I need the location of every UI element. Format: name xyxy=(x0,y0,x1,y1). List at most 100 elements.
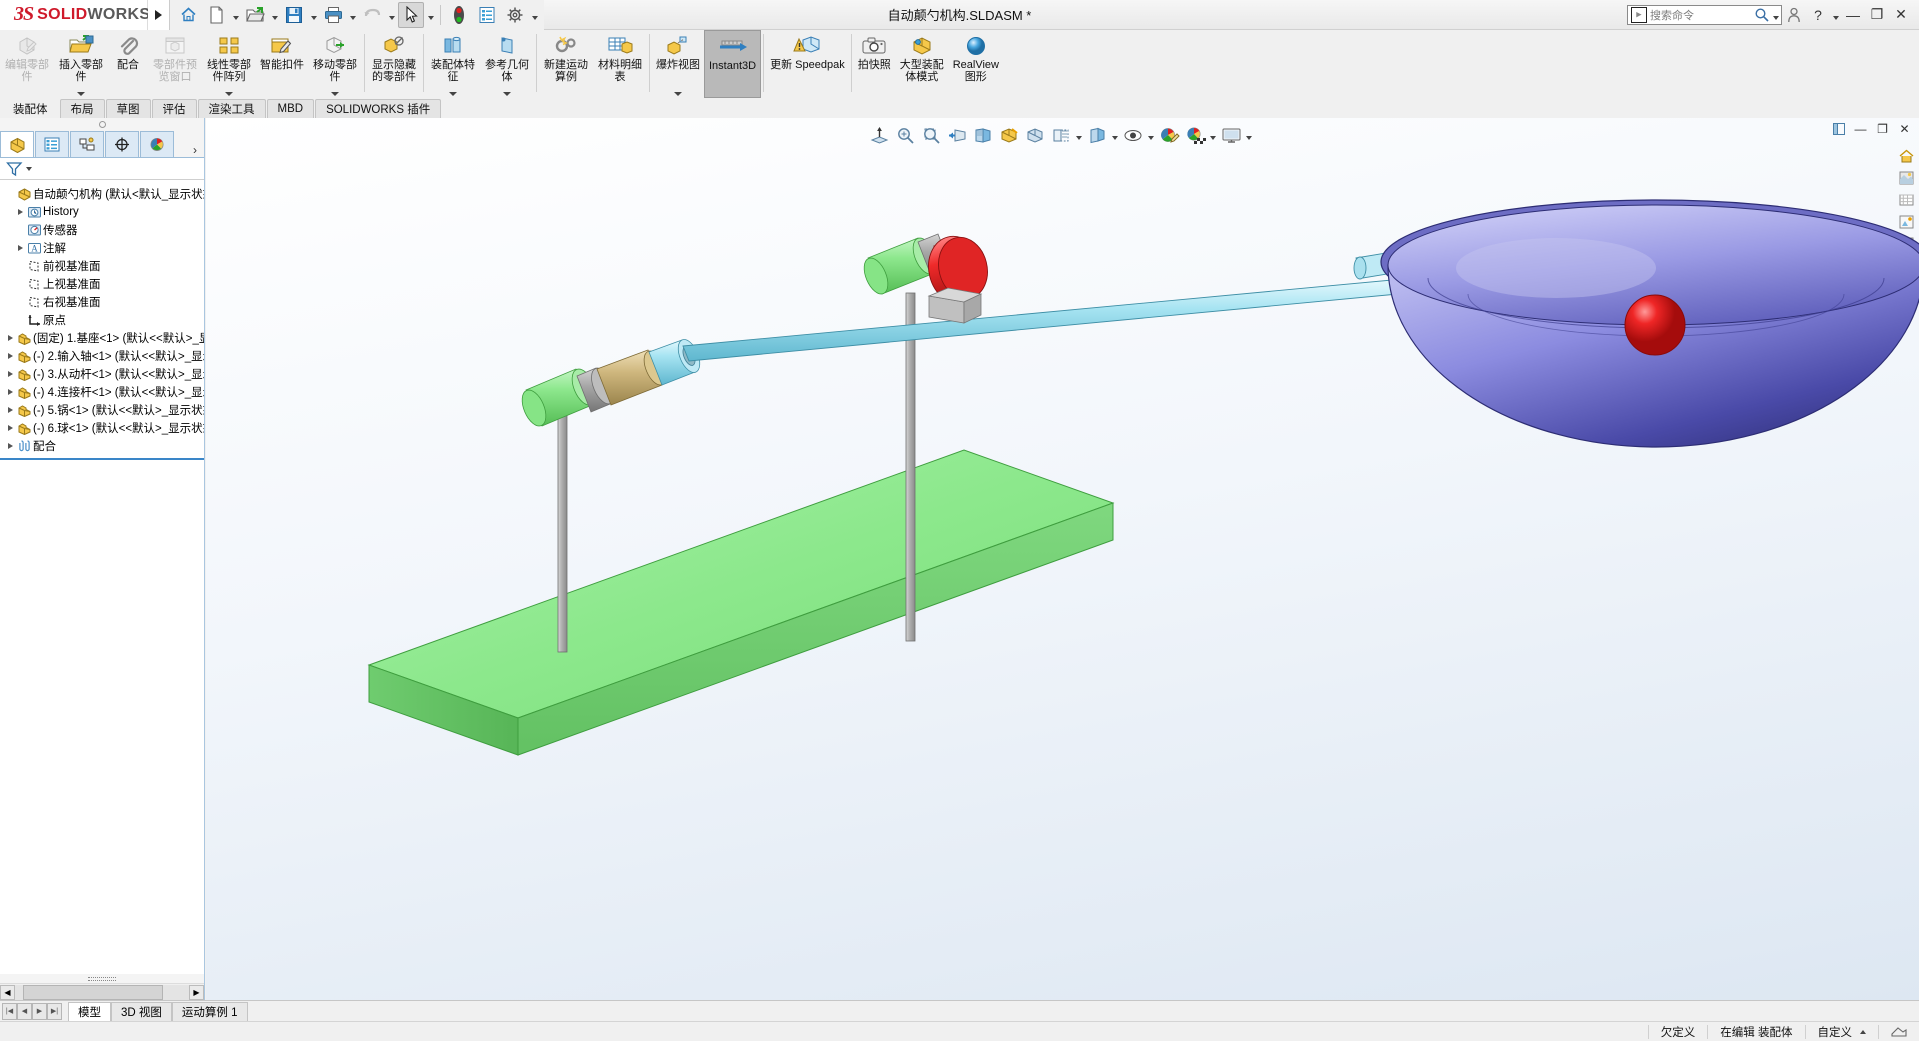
home-icon[interactable] xyxy=(175,2,201,28)
chevron-up-icon[interactable] xyxy=(1860,1030,1866,1034)
tab-solidworks-addins[interactable]: SOLIDWORKS 插件 xyxy=(315,99,442,118)
tab-evaluate[interactable]: 评估 xyxy=(151,99,197,118)
undo-icon[interactable] xyxy=(359,2,385,28)
feature-manager-tab[interactable] xyxy=(0,131,34,157)
ribbon-btn-component-preview[interactable]: 零部件预览窗口 xyxy=(148,30,202,98)
search-scope-icon[interactable]: ▶ xyxy=(1631,6,1647,23)
close-button[interactable]: ✕ xyxy=(1889,2,1913,28)
tree-item-history[interactable]: History xyxy=(0,203,204,221)
save-dropdown-icon[interactable] xyxy=(308,2,319,28)
ribbon-btn-bom[interactable]: 材料明细表 xyxy=(593,30,647,98)
crank-assembly[interactable] xyxy=(859,230,993,324)
property-manager-tab[interactable] xyxy=(35,131,69,157)
prev-tab-button[interactable]: ◀ xyxy=(17,1002,32,1020)
ribbon-btn-large-assembly-mode[interactable]: 大型装配体模式 xyxy=(895,30,949,98)
expand-toggle[interactable] xyxy=(4,443,16,449)
status-custom[interactable]: 自定义 xyxy=(1804,1024,1879,1039)
configuration-manager-tab[interactable] xyxy=(70,131,104,157)
ribbon-btn-move-component[interactable]: 移动零部件 xyxy=(308,30,362,98)
scrollbar-track[interactable] xyxy=(15,984,189,1000)
scroll-left-arrow-icon[interactable]: ◀ xyxy=(0,984,15,1000)
feature-tree[interactable]: 自动颠勺机构 (默认<默认_显示状态-1>) History 传感器 xyxy=(0,180,204,974)
next-tab-button[interactable]: ▶ xyxy=(32,1002,47,1020)
first-tab-button[interactable]: |◀ xyxy=(2,1002,17,1020)
help-dropdown-icon[interactable] xyxy=(1830,2,1841,28)
user-account-icon[interactable] xyxy=(1782,2,1806,28)
help-button[interactable]: ? xyxy=(1806,2,1830,28)
new-document-dropdown-icon[interactable] xyxy=(230,2,241,28)
ribbon-btn-instant3d[interactable]: Instant3D xyxy=(704,30,762,98)
bottom-tab-model[interactable]: 模型 xyxy=(68,1001,111,1021)
ribbon-btn-realview[interactable]: RealView图形 xyxy=(949,30,1003,98)
tab-layout[interactable]: 布局 xyxy=(59,99,105,118)
tree-item-sensors[interactable]: 传感器 xyxy=(0,221,204,239)
panel-grip[interactable] xyxy=(0,118,204,131)
print-icon[interactable] xyxy=(320,2,346,28)
ribbon-btn-smart-fastener[interactable]: 智能扣件 xyxy=(256,30,308,98)
bottom-tab-3d-views[interactable]: 3D 视图 xyxy=(111,1001,172,1021)
expand-toggle[interactable] xyxy=(4,371,16,377)
tree-item-component-connecting-rod[interactable]: (-) 4.连接杆<1> (默认<<默认>_显示 xyxy=(0,383,204,401)
tree-item-mates-folder[interactable]: 配合 xyxy=(0,437,204,455)
tree-filter-bar[interactable] xyxy=(0,158,204,180)
search-input[interactable]: 搜索命令 xyxy=(1650,7,1754,23)
scrollbar-thumb[interactable] xyxy=(23,984,163,1000)
open-folder-icon[interactable] xyxy=(242,2,268,28)
ribbon-btn-exploded-view[interactable]: 爆炸视图 xyxy=(652,30,704,98)
rebuild-icon[interactable] xyxy=(446,2,472,28)
tree-item-front-plane[interactable]: 前视基准面 xyxy=(0,257,204,275)
red-ball[interactable] xyxy=(1624,294,1686,356)
tree-item-right-plane[interactable]: 右视基准面 xyxy=(0,293,204,311)
ribbon-btn-show-hidden[interactable]: 显示隐藏的零部件 xyxy=(367,30,421,98)
ribbon-btn-reference-geometry[interactable]: 参考几何体 xyxy=(480,30,534,98)
scroll-right-arrow-icon[interactable]: ▶ xyxy=(189,984,204,1000)
expand-toggle[interactable] xyxy=(4,425,16,431)
tree-item-annotations[interactable]: A 注解 xyxy=(0,239,204,257)
ribbon-btn-assembly-feature[interactable]: 装配体特征 xyxy=(426,30,480,98)
tab-mbd[interactable]: MBD xyxy=(266,99,315,118)
panel-more-tabs-icon[interactable]: › xyxy=(186,143,204,157)
expand-toggle[interactable] xyxy=(14,245,26,251)
dimxpert-manager-tab[interactable] xyxy=(105,131,139,157)
tab-sketch[interactable]: 草图 xyxy=(105,99,151,118)
search-commands-box[interactable]: ▶ 搜索命令 xyxy=(1627,2,1782,28)
new-document-icon[interactable] xyxy=(203,2,229,28)
display-manager-tab[interactable] xyxy=(140,131,174,157)
expand-toggle[interactable] xyxy=(14,209,26,215)
tree-item-top-plane[interactable]: 上视基准面 xyxy=(0,275,204,293)
tree-item-origin[interactable]: 原点 xyxy=(0,311,204,329)
tree-item-assembly-root[interactable]: 自动颠勺机构 (默认<默认_显示状态-1>) xyxy=(0,185,204,203)
print-dropdown-icon[interactable] xyxy=(347,2,358,28)
tab-assembly[interactable]: 装配体 xyxy=(2,99,59,118)
last-tab-button[interactable]: ▶| xyxy=(47,1002,62,1020)
select-dropdown-icon[interactable] xyxy=(425,2,436,28)
graphics-quality-icon[interactable] xyxy=(1878,1024,1919,1039)
ribbon-btn-update-speedpak[interactable]: 更新 Speedpak xyxy=(766,30,849,98)
expand-toggle[interactable] xyxy=(4,353,16,359)
ribbon-btn-new-motion-study[interactable]: 新建运动算例 xyxy=(539,30,593,98)
tab-render-tools[interactable]: 渲染工具 xyxy=(197,99,266,118)
menu-expand-arrow-icon[interactable] xyxy=(148,0,170,30)
file-properties-icon[interactable] xyxy=(474,2,500,28)
ribbon-btn-edit-component[interactable]: 编辑零部件 xyxy=(0,30,54,98)
tree-item-component-base[interactable]: (固定) 1.基座<1> (默认<<默认>_显 xyxy=(0,329,204,347)
open-dropdown-icon[interactable] xyxy=(269,2,280,28)
ribbon-btn-linear-pattern[interactable]: 线性零部件阵列 xyxy=(202,30,256,98)
base-plate[interactable] xyxy=(367,449,1115,756)
select-cursor-icon[interactable] xyxy=(398,1,424,28)
tree-item-component-follower-rod[interactable]: (-) 3.从动杆<1> (默认<<默认>_显示 xyxy=(0,365,204,383)
tree-item-component-ball[interactable]: (-) 6.球<1> (默认<<默认>_显示状态 xyxy=(0,419,204,437)
options-dropdown-icon[interactable] xyxy=(529,2,540,28)
ribbon-btn-mate[interactable]: 配合 xyxy=(108,30,148,98)
connecting-rod[interactable] xyxy=(682,279,1399,362)
filter-dropdown-icon[interactable] xyxy=(26,166,32,171)
minimize-button[interactable]: — xyxy=(1841,2,1865,28)
expand-toggle[interactable] xyxy=(4,407,16,413)
panel-splitter[interactable] xyxy=(0,974,204,983)
tree-item-component-input-shaft[interactable]: (-) 2.输入轴<1> (默认<<默认>_显示 xyxy=(0,347,204,365)
options-gear-icon[interactable] xyxy=(502,2,528,28)
undo-dropdown-icon[interactable] xyxy=(386,2,397,28)
search-dropdown-icon[interactable] xyxy=(1770,2,1781,28)
expand-toggle[interactable] xyxy=(4,389,16,395)
ribbon-btn-snapshot[interactable]: 拍快照 xyxy=(854,30,895,98)
